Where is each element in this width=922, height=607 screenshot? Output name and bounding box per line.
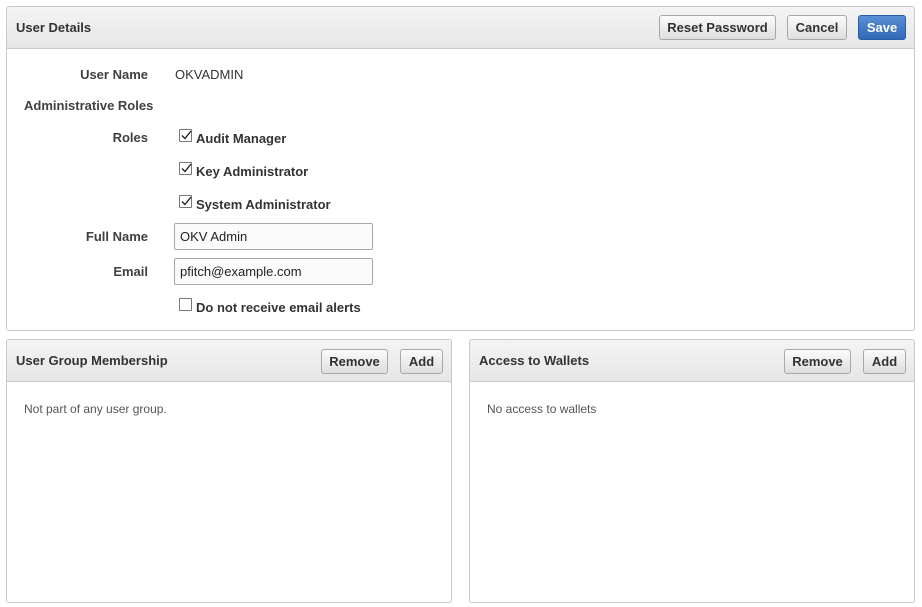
cancel-button[interactable]: Cancel xyxy=(787,15,847,40)
user-group-add-button[interactable]: Add xyxy=(400,349,443,374)
audit-manager-checkbox[interactable] xyxy=(179,129,192,142)
user-details-panel: User Details Reset Password Cancel Save … xyxy=(6,6,915,331)
roles-label: Roles xyxy=(112,130,148,145)
save-button[interactable]: Save xyxy=(858,15,906,40)
email-alerts-label: Do not receive email alerts xyxy=(196,300,361,315)
user-group-empty-message: Not part of any user group. xyxy=(24,402,167,416)
email-field[interactable] xyxy=(174,258,373,285)
access-to-wallets-header: Access to Wallets Remove Add xyxy=(470,340,914,382)
user-group-membership-panel: User Group Membership Remove Add Not par… xyxy=(6,339,452,603)
full-name-label: Full Name xyxy=(85,229,148,244)
administrative-roles-label: Administrative Roles xyxy=(24,98,154,113)
reset-password-button[interactable]: Reset Password xyxy=(659,15,776,40)
wallets-remove-button[interactable]: Remove xyxy=(784,349,851,374)
system-administrator-label: System Administrator xyxy=(196,197,331,212)
user-group-membership-header: User Group Membership Remove Add xyxy=(7,340,451,382)
audit-manager-label: Audit Manager xyxy=(196,131,287,146)
system-administrator-checkbox[interactable] xyxy=(179,195,192,208)
email-label: Email xyxy=(113,264,148,279)
user-details-title: User Details xyxy=(16,20,92,35)
key-administrator-label: Key Administrator xyxy=(196,164,309,179)
email-alerts-checkbox[interactable] xyxy=(179,298,192,311)
full-name-field[interactable] xyxy=(174,223,373,250)
user-details-header: User Details Reset Password Cancel Save xyxy=(7,7,914,49)
wallets-add-button[interactable]: Add xyxy=(863,349,906,374)
user-name-value: OKVADMIN xyxy=(175,67,244,82)
access-to-wallets-panel: Access to Wallets Remove Add No access t… xyxy=(469,339,915,603)
check-icon xyxy=(181,130,192,140)
key-administrator-checkbox[interactable] xyxy=(179,162,192,175)
check-icon xyxy=(181,163,192,173)
check-icon xyxy=(181,196,192,206)
user-name-label: User Name xyxy=(80,67,148,82)
access-to-wallets-title: Access to Wallets xyxy=(479,353,590,368)
user-group-remove-button[interactable]: Remove xyxy=(321,349,388,374)
user-group-membership-title: User Group Membership xyxy=(16,353,168,368)
wallets-empty-message: No access to wallets xyxy=(487,402,597,416)
